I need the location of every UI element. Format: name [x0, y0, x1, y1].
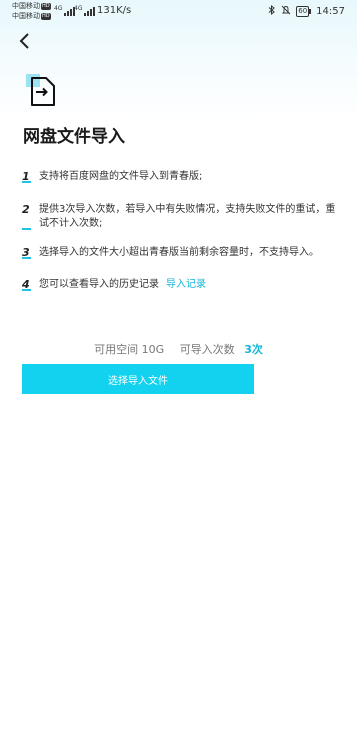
- rule-text-main: 您可以查看导入的历史记录: [39, 279, 159, 290]
- rule-number: 4: [22, 278, 39, 292]
- carrier-1: 中国移动: [12, 2, 40, 10]
- back-button[interactable]: [14, 30, 36, 52]
- carrier-info: 中国移动 HD 中国移动 HD: [12, 1, 51, 21]
- quota-info: 可用空间 10G 可导入次数 3次: [0, 341, 357, 357]
- page-title: 网盘文件导入: [23, 127, 125, 147]
- mute-icon: [281, 5, 291, 18]
- signal-icon: 4G: [74, 5, 96, 16]
- rule-text: 支持将百度网盘的文件导入到青春版;: [39, 171, 203, 182]
- select-import-file-button[interactable]: 选择导入文件: [22, 364, 254, 394]
- rule-text: 提供3次导入次数，若导入中有失败情况，支持失败文件的重试，重试不计入次数;: [39, 204, 336, 229]
- battery-level: 60: [298, 7, 308, 15]
- status-bar: 中国移动 HD 中国移动 HD 4G 4G 131K/s 60 14:57: [0, 0, 357, 24]
- import-history-link[interactable]: 导入记录: [166, 279, 206, 290]
- network-type: 4G: [54, 5, 63, 12]
- hd-badge: HD: [41, 12, 51, 20]
- rule-text: 您可以查看导入的历史记录 导入记录: [39, 278, 206, 292]
- status-icons: 60 14:57: [267, 4, 345, 18]
- count-label: 可导入次数: [179, 343, 235, 356]
- bluetooth-icon: [267, 4, 276, 18]
- space-label: 可用空间: [94, 343, 139, 356]
- rule-number: 1: [22, 170, 39, 184]
- rule-item: 3 选择导入的文件大小超出青春版当前剩余容量时，不支持导入。: [22, 246, 319, 260]
- rule-item: 1 支持将百度网盘的文件导入到青春版;: [22, 170, 202, 184]
- signal-icon: 4G: [54, 5, 76, 16]
- rule-number: 3: [22, 246, 39, 260]
- rule-text: 选择导入的文件大小超出青春版当前剩余容量时，不支持导入。: [39, 247, 319, 258]
- file-import-icon: [24, 74, 60, 112]
- hd-badge: HD: [41, 2, 51, 10]
- count-value: 3次: [244, 343, 263, 356]
- rule-item: 2 提供3次导入次数，若导入中有失败情况，支持失败文件的重试，重试不计入次数;: [22, 203, 342, 231]
- network-speed: 131K/s: [97, 5, 132, 16]
- rule-number: 2: [22, 203, 39, 231]
- space-value: 10G: [141, 343, 165, 356]
- rule-item: 4 您可以查看导入的历史记录 导入记录: [22, 278, 206, 292]
- carrier-2: 中国移动: [12, 12, 40, 20]
- network-type: 4G: [74, 5, 83, 12]
- battery-icon: 60: [296, 6, 312, 17]
- clock: 14:57: [316, 6, 345, 17]
- chevron-left-icon: [19, 33, 29, 49]
